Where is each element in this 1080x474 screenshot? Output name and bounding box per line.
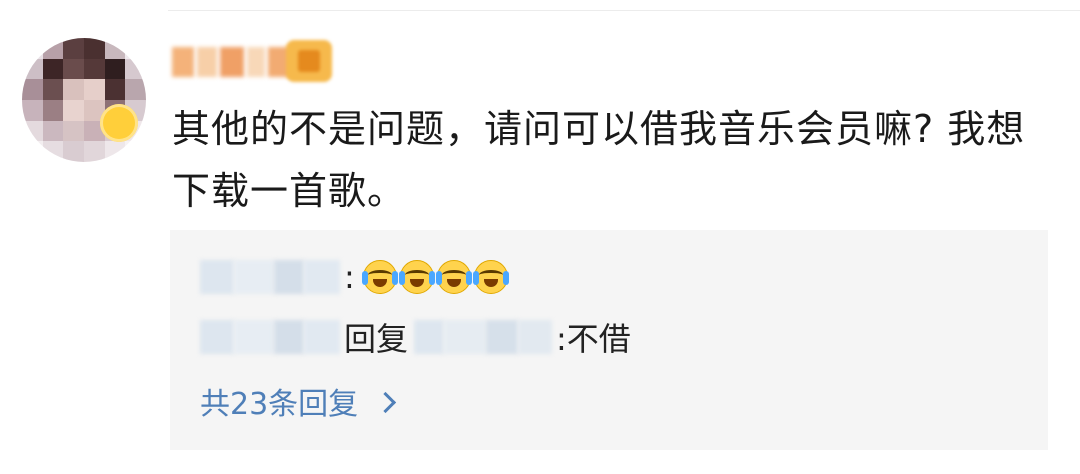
top-divider <box>168 10 1080 11</box>
comment-text: 其他的不是问题，请问可以借我音乐会员嘛? 我想下载一首歌。 <box>172 107 1026 213</box>
replies-box: : 回复 :不借 共23条回复 <box>170 230 1048 450</box>
view-all-replies-link[interactable]: 共23条回复 <box>200 376 397 426</box>
reply-target-redacted[interactable] <box>414 317 553 357</box>
avatar[interactable] <box>22 38 146 162</box>
reply-separator: : <box>344 258 355 296</box>
reply-author-redacted[interactable] <box>200 317 340 357</box>
reply-item[interactable]: : <box>200 252 511 302</box>
reply-author-redacted[interactable] <box>200 257 340 297</box>
verified-badge-icon <box>100 104 138 142</box>
crying-laughing-emoji-icon <box>472 260 509 294</box>
crying-laughing-emoji-icon <box>361 260 398 294</box>
crying-laughing-emoji-icon <box>398 260 435 294</box>
crying-laughing-emoji-icon <box>435 260 472 294</box>
reply-text: :不借 <box>556 320 631 358</box>
view-all-replies-label: 共23条回复 <box>200 387 359 422</box>
reply-item[interactable]: 回复 :不借 <box>200 312 631 362</box>
chevron-right-icon <box>375 391 397 413</box>
username-redacted[interactable] <box>172 44 294 80</box>
reply-to-label: 回复 <box>344 320 409 358</box>
member-level-icon <box>286 40 332 82</box>
weibo-comment-screen: 其他的不是问题，请问可以借我音乐会员嘛? 我想下载一首歌。 : 回复:不借 共… <box>0 0 1080 474</box>
